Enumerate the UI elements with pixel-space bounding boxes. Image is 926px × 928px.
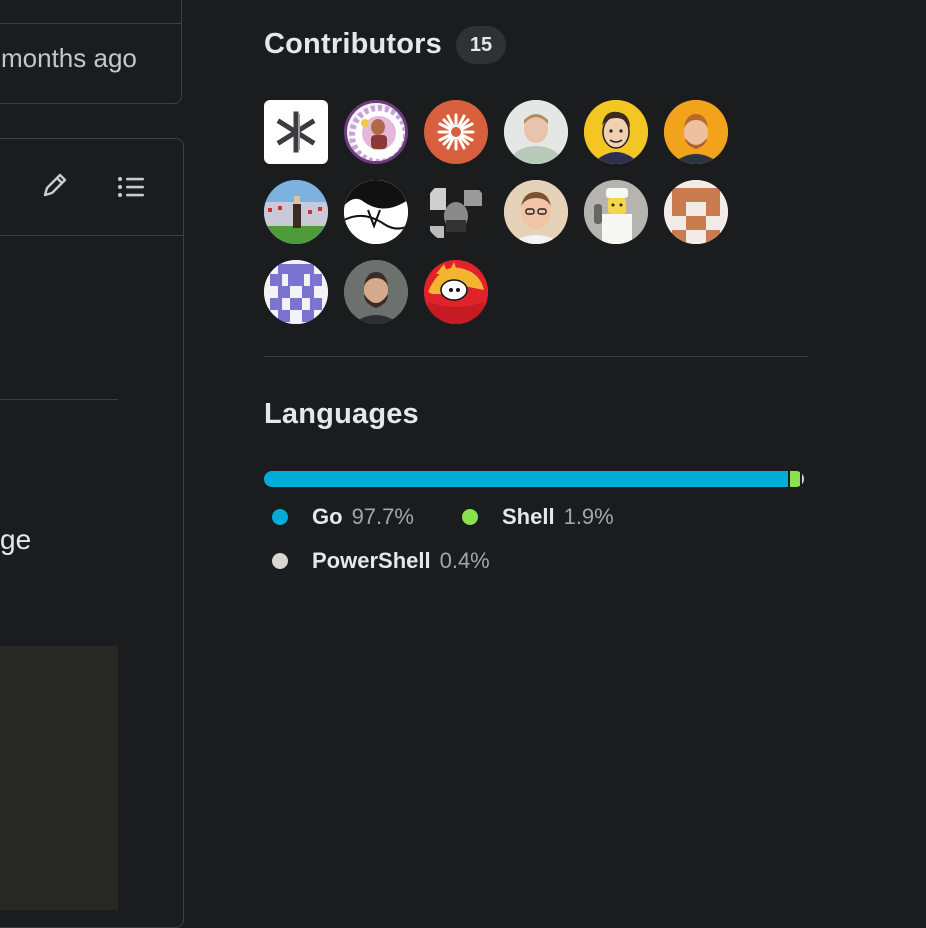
language-bar-segment <box>264 471 788 487</box>
language-percent: 1.9% <box>563 504 614 529</box>
contributor-avatar[interactable] <box>504 180 568 244</box>
readme-header-divider <box>0 235 183 236</box>
language-item-shell[interactable]: Shell 1.9% <box>454 504 614 530</box>
contributor-avatar[interactable] <box>344 100 408 164</box>
language-name: Go <box>312 504 343 529</box>
contributors-heading[interactable]: Contributors <box>264 28 442 61</box>
readme-section-divider <box>0 399 118 400</box>
language-item-go[interactable]: Go 97.7% <box>264 504 414 530</box>
contributor-avatar[interactable] <box>344 180 408 244</box>
pencil-icon[interactable] <box>39 169 71 201</box>
contributor-avatar[interactable] <box>504 100 568 164</box>
languages-bar <box>264 471 804 487</box>
language-name: PowerShell <box>312 548 431 573</box>
language-percent: 0.4% <box>439 548 490 573</box>
contributors-count-badge: 15 <box>456 26 506 64</box>
commit-row-divider <box>0 23 181 24</box>
language-percent: 97.7% <box>351 504 414 529</box>
sidebar-divider <box>264 356 808 357</box>
readme-text-fragment: ge <box>0 524 32 555</box>
repo-main-column: months ago ge <box>0 0 184 928</box>
latest-commit-box: months ago <box>0 0 182 104</box>
language-color-dot <box>272 553 288 569</box>
contributor-avatar[interactable] <box>264 260 328 324</box>
list-icon[interactable] <box>115 171 147 203</box>
language-bar-segment <box>801 471 804 487</box>
commit-time: months ago <box>1 43 137 73</box>
language-bar-segment <box>789 471 800 487</box>
readme-code-block <box>0 646 118 910</box>
contributor-avatar[interactable] <box>424 260 488 324</box>
language-name: Shell <box>502 504 555 529</box>
contributor-avatar[interactable] <box>664 180 728 244</box>
contributor-avatar[interactable] <box>424 100 488 164</box>
contributor-avatar[interactable] <box>584 100 648 164</box>
language-color-dot <box>272 509 288 525</box>
contributor-avatar[interactable] <box>664 100 728 164</box>
language-item-powershell[interactable]: PowerShell 0.4% <box>264 548 490 574</box>
contributor-avatar[interactable] <box>584 180 648 244</box>
contributor-avatar[interactable] <box>264 100 328 164</box>
contributor-avatar[interactable] <box>344 260 408 324</box>
contributor-avatar[interactable] <box>264 180 328 244</box>
language-color-dot <box>462 509 478 525</box>
languages-heading: Languages <box>264 398 419 430</box>
contributor-avatar[interactable] <box>424 180 488 244</box>
